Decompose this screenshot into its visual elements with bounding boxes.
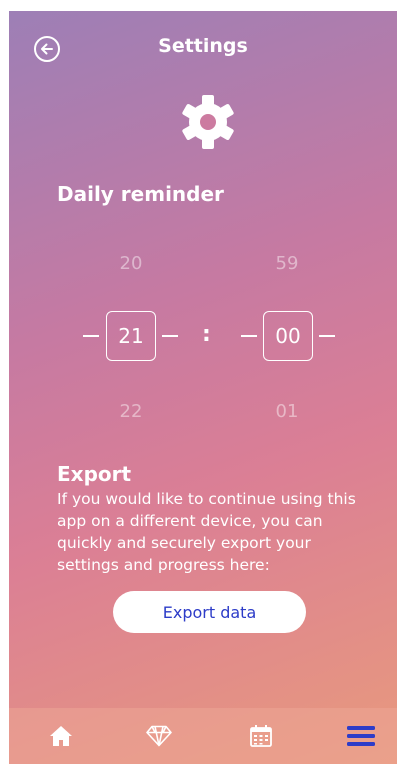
- tab-menu[interactable]: [345, 720, 377, 752]
- export-title: Export: [57, 462, 132, 486]
- gear-icon: [182, 95, 234, 149]
- tab-home[interactable]: [45, 720, 77, 752]
- reminder-title: Daily reminder: [57, 182, 224, 206]
- hour-next[interactable]: 22: [101, 401, 161, 422]
- export-description: If you would like to continue using this…: [57, 490, 356, 574]
- tab-bar: [9, 708, 397, 764]
- diamond-icon: [146, 725, 172, 747]
- calendar-icon: [250, 725, 272, 747]
- settings-screen: Settings Daily reminder 20 21 22 : 59 00…: [9, 11, 397, 764]
- home-icon: [50, 726, 72, 746]
- hour-selected[interactable]: 21: [106, 311, 156, 361]
- hour-dash-right: [162, 335, 178, 337]
- minute-next[interactable]: 01: [257, 401, 317, 422]
- minute-prev[interactable]: 59: [257, 253, 317, 274]
- page-title: Settings: [158, 35, 248, 57]
- menu-icon: [347, 726, 375, 746]
- header: Settings: [9, 11, 397, 85]
- minute-dash-right: [319, 335, 335, 337]
- tab-diamond[interactable]: [143, 720, 175, 752]
- minute-dash-left: [241, 335, 257, 337]
- minute-selected[interactable]: 00: [263, 311, 313, 361]
- tab-calendar[interactable]: [245, 720, 277, 752]
- hour-dash-left: [83, 335, 99, 337]
- hour-prev[interactable]: 20: [101, 253, 161, 274]
- time-separator: :: [202, 322, 211, 347]
- export-data-button[interactable]: Export data: [113, 591, 306, 633]
